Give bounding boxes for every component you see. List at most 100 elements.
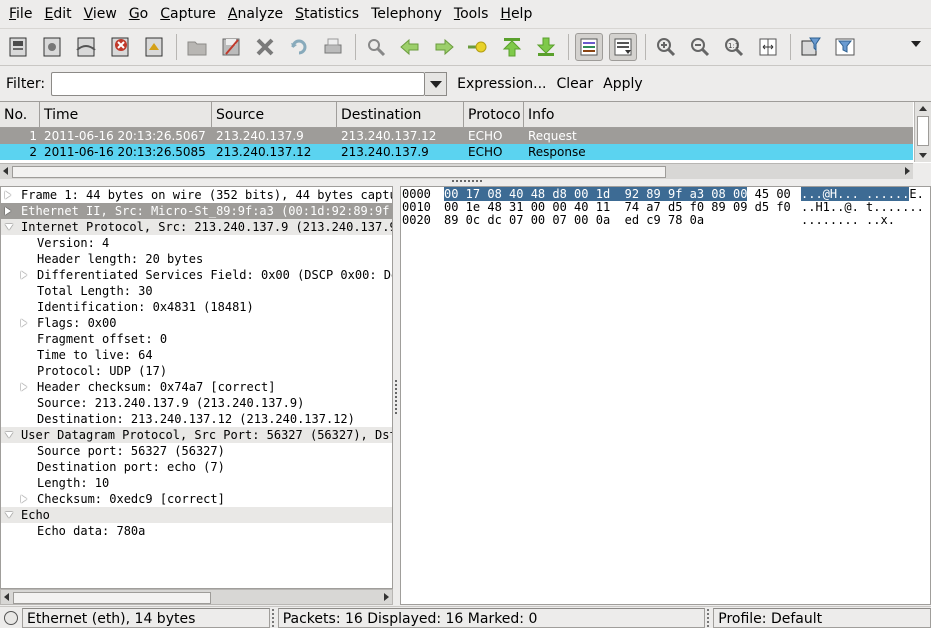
menu-file[interactable]: File bbox=[3, 0, 38, 28]
go-to-packet-button[interactable] bbox=[464, 33, 492, 61]
tree-row[interactable]: Checksum: 0xedc9 [correct] bbox=[1, 491, 392, 507]
column-header-time[interactable]: Time bbox=[40, 102, 212, 128]
open-file-button[interactable] bbox=[183, 33, 211, 61]
column-header-protocol[interactable]: Protoco bbox=[464, 102, 524, 128]
go-back-icon bbox=[400, 38, 419, 56]
tree-row[interactable]: Echo data: 780a bbox=[1, 523, 392, 539]
filter-history-dropdown[interactable] bbox=[425, 72, 448, 96]
go-first-button[interactable] bbox=[498, 33, 526, 61]
zoom-normal-button[interactable]: 1:1 bbox=[720, 33, 748, 61]
auto-scroll-button[interactable] bbox=[609, 33, 637, 61]
close-file-button[interactable] bbox=[251, 33, 279, 61]
tree-row[interactable]: Flags: 0x00 bbox=[1, 315, 392, 331]
restart-capture-button[interactable] bbox=[140, 33, 168, 61]
interface-list-button[interactable] bbox=[4, 33, 32, 61]
tree-row[interactable]: Destination port: echo (7) bbox=[1, 459, 392, 475]
capture-options-button[interactable] bbox=[38, 33, 66, 61]
scroll-up-icon[interactable] bbox=[919, 106, 927, 111]
tree-row[interactable]: Differentiated Services Field: 0x00 (DSC… bbox=[1, 267, 392, 283]
menu-capture[interactable]: Capture bbox=[154, 0, 222, 28]
menu-edit[interactable]: Edit bbox=[38, 0, 77, 28]
resize-columns-button[interactable] bbox=[754, 33, 782, 61]
pane-splitter-handle[interactable] bbox=[452, 180, 482, 184]
menu-analyze[interactable]: Analyze bbox=[222, 0, 289, 28]
menu-help[interactable]: Help bbox=[494, 0, 538, 28]
menu-view[interactable]: View bbox=[78, 0, 123, 28]
display-filters-button[interactable] bbox=[831, 33, 859, 61]
scroll-left-icon[interactable] bbox=[4, 593, 9, 601]
tree-row[interactable]: Destination: 213.240.137.12 (213.240.137… bbox=[1, 411, 392, 427]
details-hscrollbar[interactable] bbox=[0, 589, 393, 605]
scroll-thumb[interactable] bbox=[12, 166, 666, 178]
status-profile[interactable]: Profile: Default bbox=[713, 607, 931, 628]
scroll-right-icon[interactable] bbox=[384, 593, 389, 601]
expander-open-icon[interactable] bbox=[5, 432, 13, 438]
go-back-button[interactable] bbox=[396, 33, 424, 61]
go-last-button[interactable] bbox=[532, 33, 560, 61]
hex-bytes[interactable]: 89 0c dc 07 00 07 00 0a ed c9 78 0a bbox=[444, 214, 704, 227]
expander-closed-icon[interactable] bbox=[5, 207, 11, 215]
reload-button[interactable] bbox=[285, 33, 313, 61]
scroll-thumb[interactable] bbox=[917, 116, 929, 146]
tree-row[interactable]: Version: 4 bbox=[1, 235, 392, 251]
expander-closed-icon[interactable] bbox=[21, 319, 27, 327]
expression-button[interactable]: Expression... bbox=[457, 76, 546, 92]
column-header-no[interactable]: No. bbox=[0, 102, 40, 128]
expander-closed-icon[interactable] bbox=[5, 191, 11, 199]
column-header-source[interactable]: Source bbox=[212, 102, 337, 128]
tree-row[interactable]: Header length: 20 bytes bbox=[1, 251, 392, 267]
start-capture-button[interactable] bbox=[72, 33, 100, 61]
packet-details-tree: Frame 1: 44 bytes on wire (352 bits), 44… bbox=[0, 186, 393, 589]
expander-open-icon[interactable] bbox=[5, 224, 13, 230]
apply-button[interactable]: Apply bbox=[603, 76, 643, 92]
zoom-in-button[interactable] bbox=[652, 33, 680, 61]
vertical-splitter-handle[interactable] bbox=[395, 380, 398, 414]
toolbar-overflow-icon[interactable] bbox=[911, 41, 921, 47]
packet-row[interactable]: 1 2011-06-16 20:13:26.5067 213.240.137.9… bbox=[0, 128, 913, 144]
column-header-destination[interactable]: Destination bbox=[337, 102, 464, 128]
tree-row[interactable]: User Datagram Protocol, Src Port: 56327 … bbox=[1, 427, 392, 443]
expert-info-icon[interactable] bbox=[4, 610, 18, 625]
expander-closed-icon[interactable] bbox=[21, 383, 27, 391]
scroll-down-icon[interactable] bbox=[919, 153, 927, 158]
clear-button[interactable]: Clear bbox=[557, 76, 594, 92]
colorize-button[interactable] bbox=[575, 33, 603, 61]
expander-open-icon[interactable] bbox=[5, 512, 13, 518]
menu-telephony[interactable]: Telephony bbox=[365, 0, 448, 28]
tree-row[interactable]: Length: 10 bbox=[1, 475, 392, 491]
print-button[interactable] bbox=[319, 33, 347, 61]
tree-row[interactable]: Total Length: 30 bbox=[1, 283, 392, 299]
packet-list-vscrollbar[interactable] bbox=[914, 102, 931, 162]
tree-row[interactable]: Echo bbox=[1, 507, 392, 523]
expander-closed-icon[interactable] bbox=[21, 271, 27, 279]
tree-row[interactable]: Source port: 56327 (56327) bbox=[1, 443, 392, 459]
tree-row[interactable]: Fragment offset: 0 bbox=[1, 331, 392, 347]
tree-row[interactable]: Time to live: 64 bbox=[1, 347, 392, 363]
tree-row[interactable]: Source: 213.240.137.9 (213.240.137.9) bbox=[1, 395, 392, 411]
hex-ascii[interactable]: ........ ..x. bbox=[801, 214, 895, 227]
expander-closed-icon[interactable] bbox=[21, 495, 27, 503]
stop-capture-button[interactable] bbox=[106, 33, 134, 61]
menu-go[interactable]: Go bbox=[123, 0, 154, 28]
scroll-left-icon[interactable] bbox=[3, 167, 8, 175]
tree-row[interactable]: Protocol: UDP (17) bbox=[1, 363, 392, 379]
tree-row[interactable]: Frame 1: 44 bytes on wire (352 bits), 44… bbox=[1, 187, 392, 203]
packet-list-hscrollbar[interactable] bbox=[0, 163, 913, 179]
tree-row[interactable]: Identification: 0x4831 (18481) bbox=[1, 299, 392, 315]
save-file-button[interactable] bbox=[217, 33, 245, 61]
packet-row[interactable]: 2 2011-06-16 20:13:26.5085 213.240.137.1… bbox=[0, 144, 913, 160]
menu-statistics[interactable]: Statistics bbox=[289, 0, 365, 28]
go-forward-button[interactable] bbox=[430, 33, 458, 61]
tree-row[interactable]: Internet Protocol, Src: 213.240.137.9 (2… bbox=[1, 219, 392, 235]
capture-filters-button[interactable] bbox=[797, 33, 825, 61]
tree-row[interactable]: Header checksum: 0x74a7 [correct] bbox=[1, 379, 392, 395]
scroll-thumb[interactable] bbox=[13, 592, 211, 604]
tree-row[interactable]: Ethernet II, Src: Micro-St_89:9f:a3 (00:… bbox=[1, 203, 392, 219]
menu-tools[interactable]: Tools bbox=[448, 0, 495, 28]
filter-input[interactable] bbox=[51, 72, 426, 96]
column-header-info[interactable]: Info bbox=[524, 102, 913, 128]
find-packet-button[interactable] bbox=[362, 33, 390, 61]
start-capture-icon bbox=[76, 37, 96, 57]
zoom-out-button[interactable] bbox=[686, 33, 714, 61]
scroll-right-icon[interactable] bbox=[905, 167, 910, 175]
